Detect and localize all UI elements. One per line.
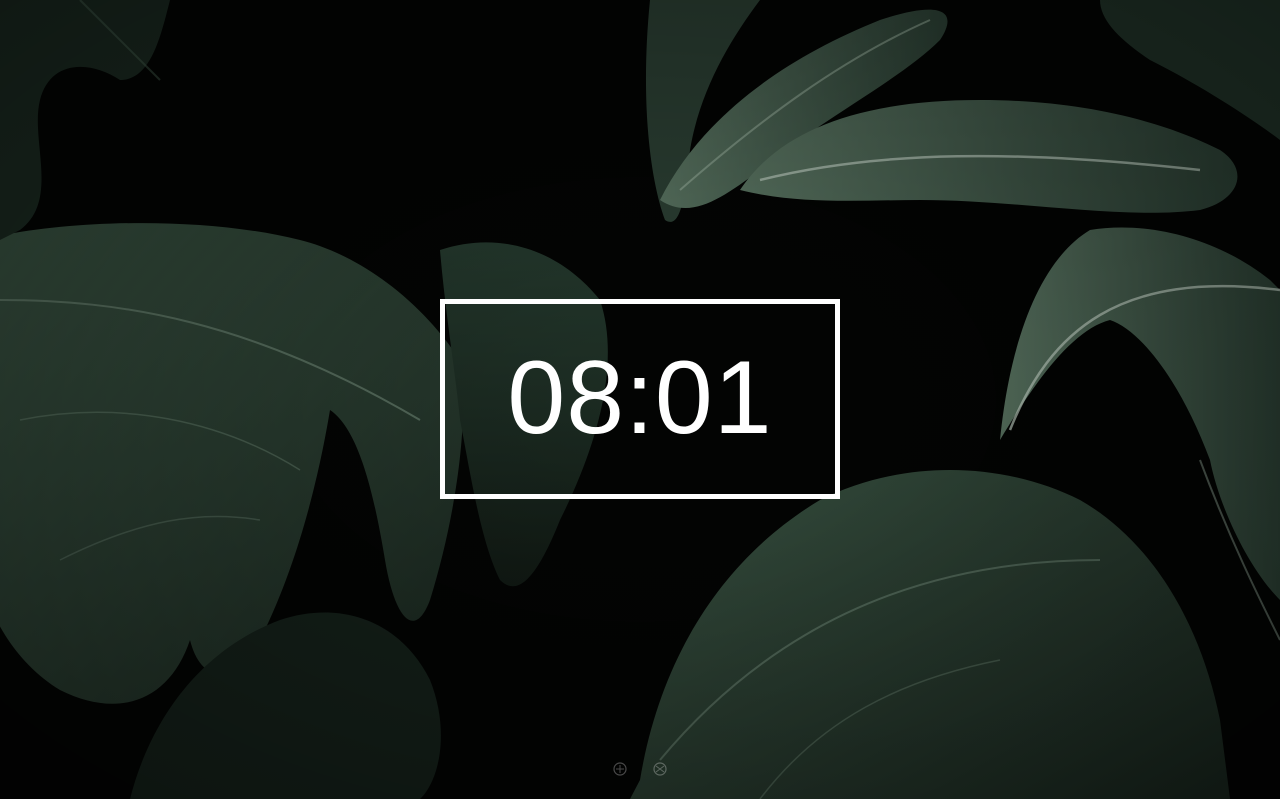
new-tab-page: 08:01 xyxy=(0,0,1280,799)
decorative-logo-icon xyxy=(613,762,667,776)
clock-frame: 08:01 xyxy=(440,299,840,499)
clock-time: 08:01 xyxy=(507,340,773,456)
